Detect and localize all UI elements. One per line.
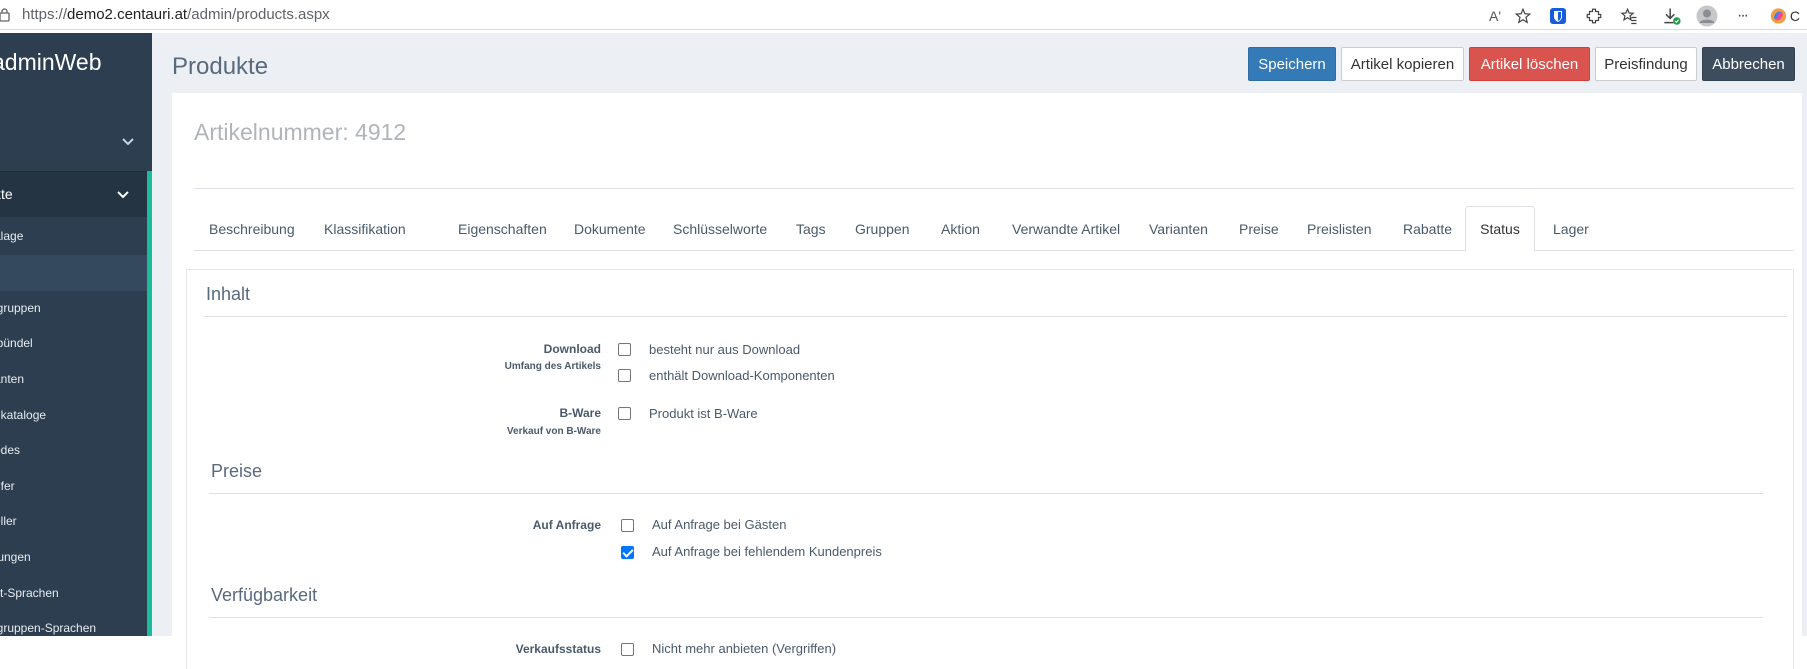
verkaufsstatus-option-label: Nicht mehr anbieten (Vergriffen) [652,641,837,656]
tab-rabatte[interactable]: Rabatte [1403,206,1452,251]
sidebar-item[interactable]: ufer [0,469,147,505]
sidebar-item[interactable]: lgruppen [0,291,147,327]
chevron-down-icon[interactable] [122,133,134,149]
article-number-heading: Artikelnummer: 4912 [194,119,407,145]
sidebar-item[interactable]: lbündel [0,326,147,362]
sidebar-item-label: alage [0,229,24,243]
pricing-button[interactable]: Preisfindung [1595,47,1697,81]
sidebar-item[interactable]: kt-Sprachen [0,576,147,612]
main-content: Produkte Speichern Artikel kopieren Arti… [152,33,1807,669]
bware-label: B-Ware [559,406,601,420]
sidebar-item[interactable]: nkataloge [0,398,147,434]
verkaufsstatus-label: Verkaufsstatus [515,642,601,656]
delete-article-button[interactable]: Artikel löschen [1469,47,1590,81]
download-components-checkbox[interactable] [618,369,631,382]
url-prefix: https:// [22,6,68,23]
sidebar-item[interactable]: odes [0,433,147,469]
favorites-icon[interactable] [1618,5,1640,27]
browser-toolbar: https://demo2.centauri.at/admin/products… [0,0,1807,30]
brand-title: adminWeb [0,49,102,75]
download-sublabel: Umfang des Artikels [504,361,601,372]
sidebar: adminWeb kte alage n lgruppen lbündel an… [0,33,152,636]
verkaufsstatus-checkbox[interactable] [621,643,634,656]
divider [204,316,1787,317]
status-panel: Inhalt Download Umfang des Artikels best… [186,269,1794,669]
anfrage-kundenpreis-label: Auf Anfrage bei fehlendem Kundenpreis [652,544,882,559]
tab-status[interactable]: Status [1465,206,1535,252]
copilot-label: C [1789,8,1800,24]
bware-option-label: Produkt ist B-Ware [649,406,758,421]
extensions-icon[interactable] [1583,5,1605,27]
more-icon[interactable]: ··· [1731,5,1753,27]
download-label: Download [543,342,601,356]
product-card: Artikelnummer: 4912 Beschreibung Klassif… [172,93,1802,669]
sidebar-item[interactable]: anten [0,362,147,398]
anfrage-gaeste-label: Auf Anfrage bei Gästen [652,517,787,532]
read-aloud-icon[interactable]: Aʹ [1484,5,1506,27]
divider [209,493,1763,494]
download-components-label: enthält Download-Komponenten [649,368,835,383]
sidebar-item[interactable]: alage [0,219,147,255]
section-title-verfuegbarkeit: Verfügbarkeit [211,585,318,605]
sidebar-item[interactable]: eller [0,504,147,540]
section-title-inhalt: Inhalt [206,284,251,304]
profile-icon[interactable] [1696,5,1718,27]
cancel-button[interactable]: Abbrechen [1702,47,1795,81]
sidebar-item-label: nkataloge [0,408,47,422]
sidebar-section-label: kte [0,186,13,202]
address-bar[interactable]: https://demo2.centauri.at/admin/products… [22,6,330,23]
sidebar-item-label: n [0,265,1,279]
tab-aktion[interactable]: Aktion [941,206,980,251]
tab-preislisten[interactable]: Preislisten [1307,206,1372,251]
auf-anfrage-label: Auf Anfrage [532,518,601,532]
save-button[interactable]: Speichern [1248,47,1336,81]
sidebar-section-products[interactable]: kte [0,171,147,217]
bware-checkbox[interactable] [618,407,631,420]
anfrage-kundenpreis-checkbox[interactable] [621,546,634,559]
chevron-down-icon [117,191,129,199]
anfrage-gaeste-checkbox[interactable] [621,519,634,532]
download-only-checkbox[interactable] [618,343,631,356]
sidebar-item-label: ufer [0,479,15,493]
divider [194,188,1794,189]
sidebar-item[interactable]: tungen [0,540,147,576]
copy-article-button[interactable]: Artikel kopieren [1341,47,1464,81]
divider [209,617,1763,618]
url-host: demo2.centauri.at [67,6,188,23]
tab-varianten[interactable]: Varianten [1149,206,1208,251]
sidebar-item-label: lbündel [0,336,33,350]
sidebar-item-label: anten [0,372,25,386]
page-title: Produkte [172,53,269,80]
lock-icon [0,8,10,22]
sidebar-item-active[interactable]: n [0,255,147,291]
tab-schluesselworte[interactable]: Schlüsselworte [673,206,767,251]
sidebar-item[interactable]: lgruppen-Sprachen [0,611,147,636]
tab-verwandte-artikel[interactable]: Verwandte Artikel [1012,206,1120,251]
sidebar-item-label: lgruppen-Sprachen [0,621,97,635]
section-title-preise: Preise [211,461,263,481]
tab-eigenschaften[interactable]: Eigenschaften [458,206,547,251]
tab-gruppen[interactable]: Gruppen [855,206,909,251]
tab-beschreibung[interactable]: Beschreibung [209,206,295,251]
tab-lager[interactable]: Lager [1553,206,1589,251]
tab-klassifikation[interactable]: Klassifikation [324,206,406,251]
sidebar-item-label: eller [0,514,17,528]
tab-dokumente[interactable]: Dokumente [574,206,646,251]
tab-preise[interactable]: Preise [1239,206,1279,251]
bware-sublabel: Verkauf von B-Ware [506,426,601,437]
copilot-icon[interactable]: C [1770,5,1800,27]
url-path: /admin/products.aspx [187,6,330,23]
download-only-label: besteht nur aus Download [649,342,801,357]
tab-bar: Beschreibung Klassifikation Eigenschafte… [194,206,1794,252]
sidebar-item-label: lgruppen [0,301,41,315]
bitwarden-icon[interactable] [1547,5,1569,27]
sidebar-item-label: odes [0,443,21,457]
sidebar-item-label: tungen [0,550,31,564]
downloads-icon[interactable] [1660,5,1682,27]
tab-tags[interactable]: Tags [796,206,826,251]
sidebar-item-label: kt-Sprachen [0,586,59,600]
favorite-star-icon[interactable] [1512,5,1534,27]
